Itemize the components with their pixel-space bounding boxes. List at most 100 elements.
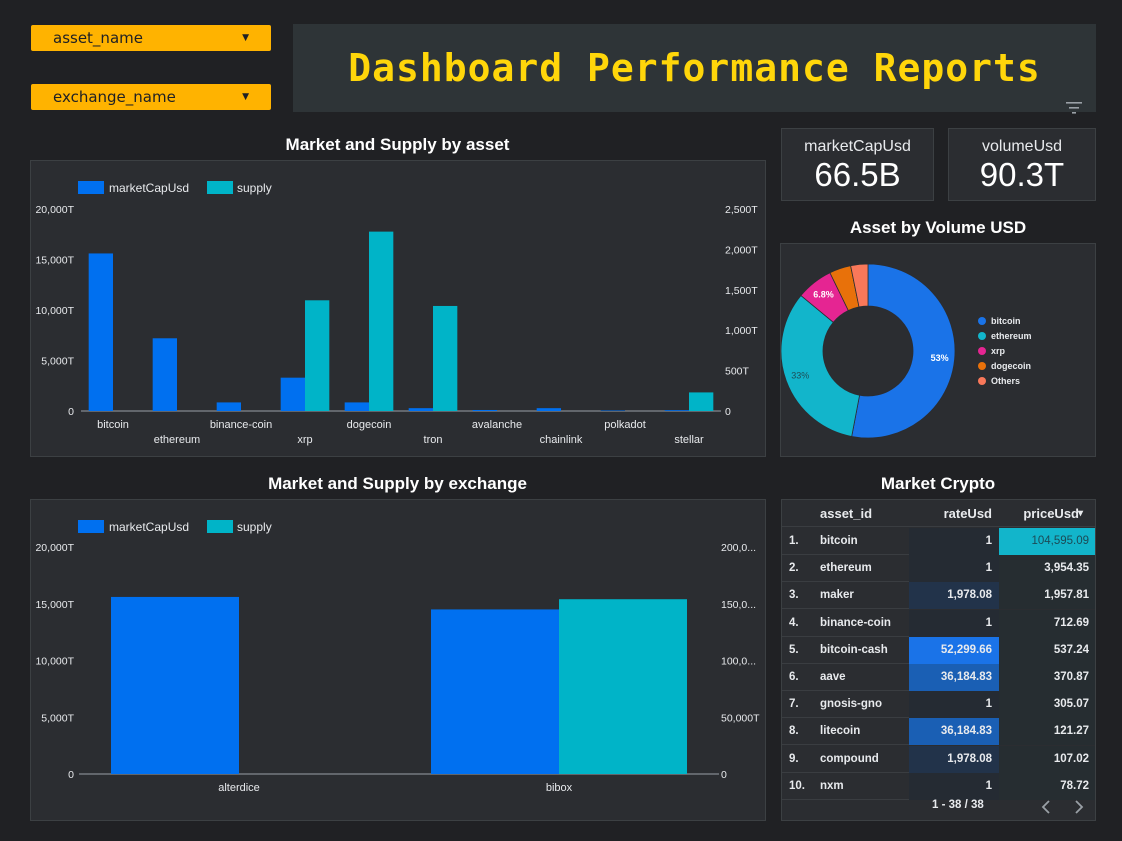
cell-price-usd: 107.02 <box>999 745 1095 773</box>
pagination-label: 1 - 38 / 38 <box>932 799 984 811</box>
x-axis-tick-label: tron <box>424 434 443 446</box>
legend-label: bitcoin <box>991 316 1021 326</box>
y-axis-left-tick: 20,000T <box>35 204 74 216</box>
exchange-chart-title: Market and Supply by exchange <box>268 474 527 493</box>
cell-rate-usd: 1 <box>909 528 999 555</box>
donut-slice-ethereum <box>780 294 861 437</box>
bar-supply <box>689 392 714 411</box>
market-crypto-table: asset_id rateUsd priceUsd ▾ 1. bitcoin 1 10… <box>781 499 1096 821</box>
asset-name-filter-label: asset_name <box>53 29 143 47</box>
cell-price-usd: 104,595.09 <box>999 528 1095 555</box>
kpi-volume-label: volumeUsd <box>981 138 1063 155</box>
exchange-name-filter[interactable]: exchange_name ▼ <box>31 84 271 110</box>
legend-dot-dogecoin <box>978 362 986 370</box>
x-axis-tick-label: alterdice <box>218 782 260 794</box>
table-pagination: 1 - 38 / 38 <box>782 794 1095 820</box>
cell-price-usd: 3,954.35 <box>999 555 1095 583</box>
legend-dot-xrp <box>978 347 986 355</box>
table-row[interactable]: 5. bitcoin-cash 52,299.66 537.24 <box>782 636 1095 664</box>
bar-marketcap <box>280 377 305 411</box>
row-index: 3. <box>789 589 799 602</box>
table-row[interactable]: 9. compound 1,978.08 107.02 <box>782 745 1095 773</box>
y-axis-left-tick: 20,000T <box>35 542 74 554</box>
x-axis-tick-label: xrp <box>297 434 312 446</box>
row-index: 4. <box>789 616 799 629</box>
x-axis-tick-label: avalanche <box>472 419 522 431</box>
cell-rate-usd: 36,184.83 <box>909 718 999 746</box>
legend-dot-others <box>978 377 986 385</box>
y-axis-right-tick: 100,0... <box>721 656 756 668</box>
cell-rate-usd: 1,978.08 <box>909 582 999 610</box>
legend-label: dogecoin <box>991 361 1031 371</box>
legend-dot-bitcoin <box>978 317 986 325</box>
exchange-chart-panel: marketCapUsd supply 20,000T 15,000T 10,000T 5… <box>30 499 766 821</box>
donut-slice-label: 6.8% <box>813 289 834 299</box>
asset-volume-donut-chart: 53% 33% 6.8% bitcoin ethereum xrp dogecoin Othe… <box>780 263 1032 439</box>
chevron-right-icon[interactable] <box>1073 800 1085 814</box>
x-axis-tick-label: chainlink <box>540 434 583 446</box>
row-index: 6. <box>789 671 799 683</box>
chevron-down-icon: ▼ <box>242 92 249 102</box>
sort-desc-icon[interactable]: ▾ <box>1078 500 1090 527</box>
bar-marketcap <box>664 410 689 411</box>
row-index: 9. <box>789 752 799 765</box>
page-title: Dashboard Performance Reports <box>348 46 1041 90</box>
table-row[interactable]: 3. maker 1,978.08 1,957.81 <box>782 582 1095 610</box>
y-axis-right-tick: 0 <box>721 769 727 781</box>
asset-chart-panel: marketCapUsd supply 20,000T 15,000T 10,000T 5… <box>30 160 766 457</box>
cell-rate-usd: 1 <box>909 609 999 637</box>
cell-price-usd: 712.69 <box>999 609 1095 637</box>
table-row[interactable]: 2. ethereum 1 3,954.35 <box>782 555 1095 583</box>
x-axis-tick-label: ethereum <box>154 434 200 446</box>
table-row[interactable]: 1. bitcoin 1 104,595.09 <box>782 528 1095 555</box>
cell-asset-id: litecoin <box>820 725 861 738</box>
asset-chart-title: Market and Supply by asset <box>285 135 510 154</box>
y-axis-left-tick: 15,000T <box>35 599 74 611</box>
legend-label: xrp <box>991 346 1006 356</box>
cell-asset-id: maker <box>820 589 854 602</box>
table-row[interactable]: 6. aave 36,184.83 370.87 <box>782 664 1095 691</box>
kpi-marketcap-card: marketCapUsd 66.5B <box>781 128 934 201</box>
chevron-down-icon: ▼ <box>242 33 249 43</box>
y-axis-right-tick: 1,000T <box>725 325 758 337</box>
cell-asset-id: gnosis-gno <box>820 698 882 711</box>
legend-swatch-supply <box>207 520 233 533</box>
table-row[interactable]: 7. gnosis-gno 1 305.07 <box>782 691 1095 719</box>
y-axis-left-tick: 10,000T <box>35 305 74 317</box>
row-index: 5. <box>789 643 799 656</box>
donut-slice-label: 33% <box>791 370 809 380</box>
bar-marketcap <box>88 253 113 411</box>
cell-price-usd: 370.87 <box>999 664 1095 691</box>
column-header-asset-id[interactable]: asset_id <box>820 500 908 527</box>
bar-marketcap <box>408 408 433 411</box>
row-index: 8. <box>789 725 799 738</box>
cell-price-usd: 305.07 <box>999 691 1095 719</box>
bar-marketcap <box>216 402 241 411</box>
x-axis-tick-label: dogecoin <box>347 419 392 431</box>
legend-label-supply: supply <box>237 520 272 534</box>
cell-price-usd: 121.27 <box>999 718 1095 746</box>
bar-marketcap <box>111 596 239 774</box>
legend-swatch-marketcap <box>78 520 104 533</box>
y-axis-right-tick: 2,500T <box>725 204 758 216</box>
kpi-marketcap-value: 66.5B <box>814 156 901 193</box>
kpi-volume-value: 90.3T <box>979 156 1065 193</box>
filter-icon[interactable] <box>1066 102 1082 114</box>
table-header-row: asset_id rateUsd priceUsd ▾ <box>782 500 1095 527</box>
bar-supply <box>305 300 330 411</box>
legend-label-marketcap: marketCapUsd <box>109 520 189 534</box>
asset-name-filter[interactable]: asset_name ▼ <box>31 25 271 51</box>
column-header-rate-usd[interactable]: rateUsd <box>909 500 999 527</box>
table-row[interactable]: 8. litecoin 36,184.83 121.27 <box>782 718 1095 746</box>
x-axis-tick-label: stellar <box>674 434 704 446</box>
legend-label: ethereum <box>991 331 1032 341</box>
cell-asset-id: compound <box>820 752 879 765</box>
bar-marketcap <box>431 609 559 774</box>
table-row[interactable]: 4. binance-coin 1 712.69 <box>782 609 1095 637</box>
bar-marketcap <box>600 410 625 411</box>
cell-asset-id: ethereum <box>820 562 872 575</box>
kpi-marketcap-label: marketCapUsd <box>804 138 911 155</box>
bar-marketcap <box>536 408 561 411</box>
y-axis-left-tick: 5,000T <box>41 712 74 724</box>
chevron-left-icon[interactable] <box>1040 800 1052 814</box>
